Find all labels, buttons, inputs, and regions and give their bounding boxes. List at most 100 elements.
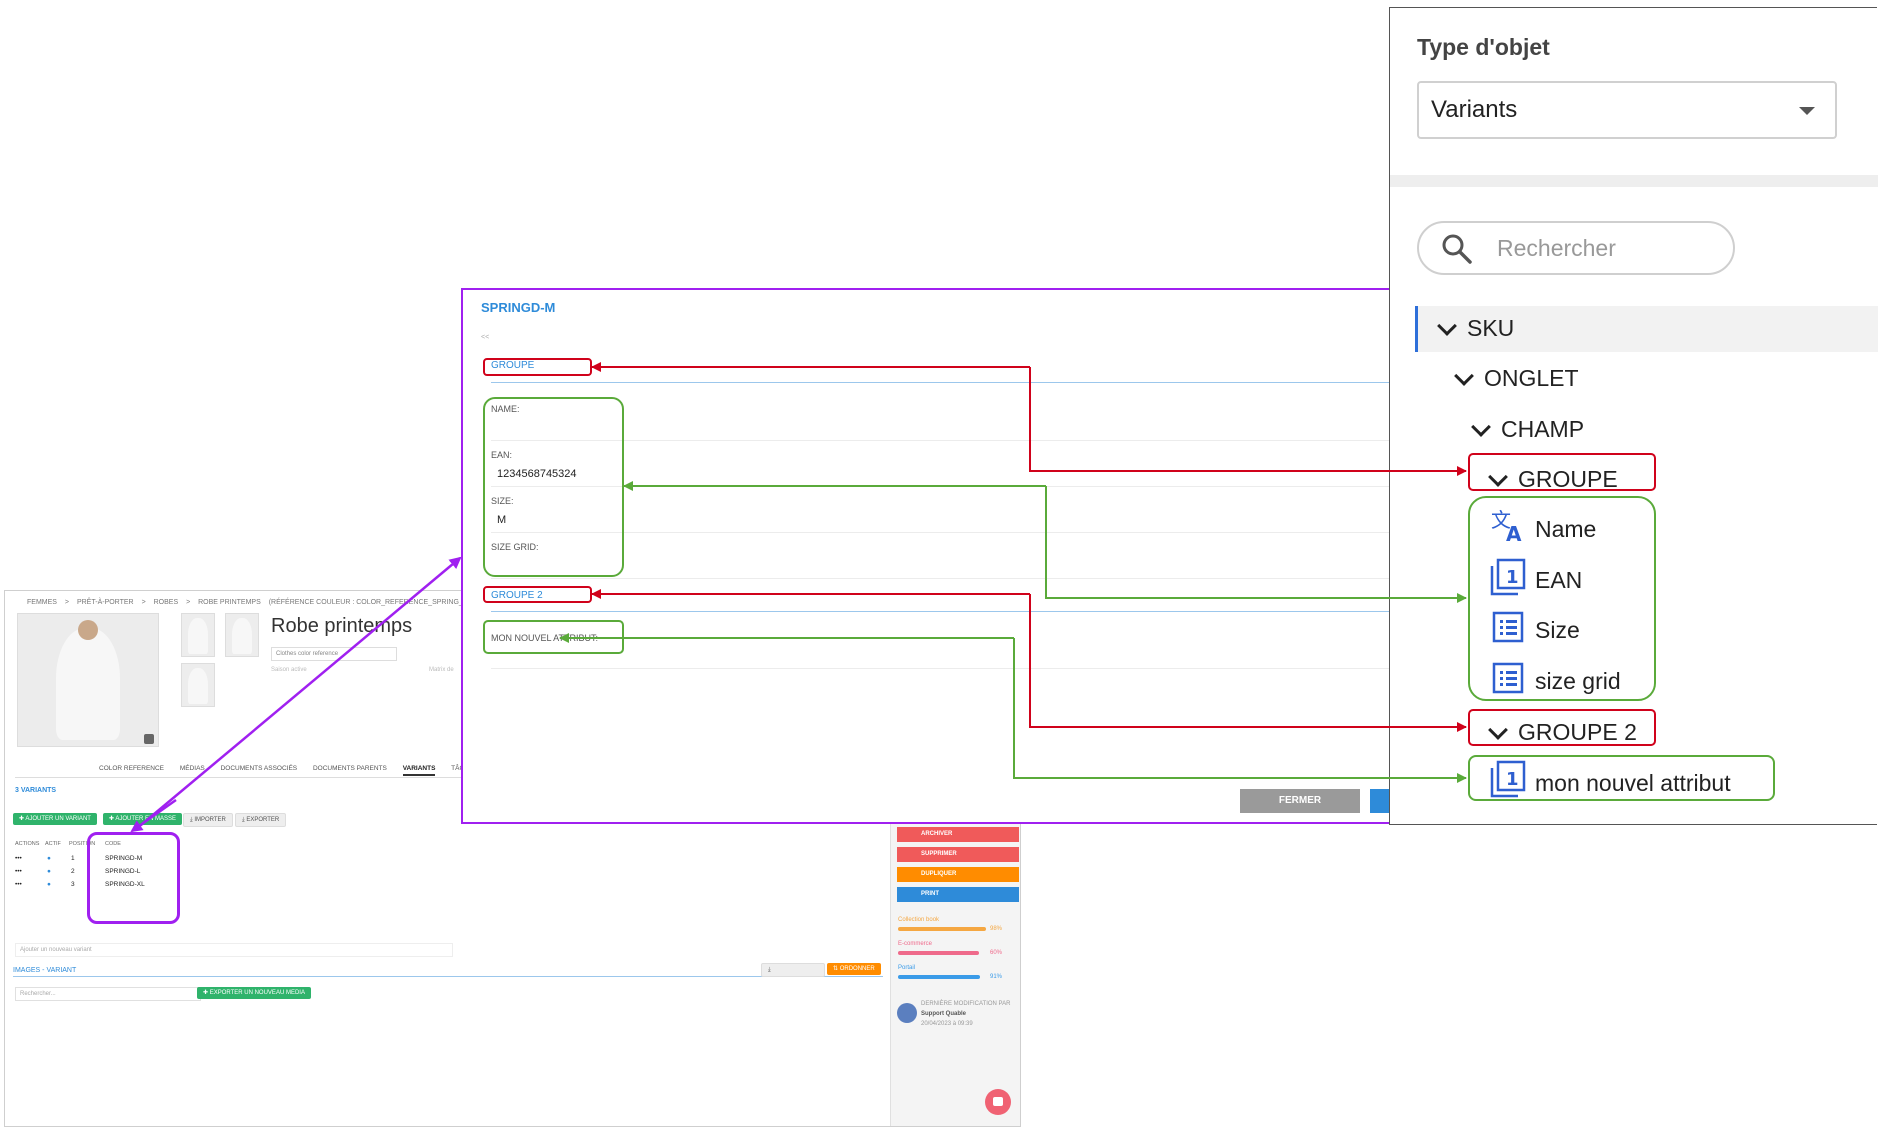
annotation-green-box-fields (483, 397, 624, 577)
variants-count: 3 VARIANTS (15, 787, 57, 794)
row-actions-menu[interactable]: ••• (15, 881, 22, 888)
tree-label-champ[interactable]: CHAMP (1501, 416, 1584, 443)
product-main-image[interactable] (17, 613, 159, 747)
annotation-green-box-tree-new-attr (1468, 755, 1775, 801)
object-type-panel: Type d'objet Variants Rechercher SKU ONG… (1389, 7, 1878, 825)
progress-bar (898, 975, 980, 979)
progress-bar (898, 927, 986, 931)
add-variant-input[interactable]: Ajouter un nouveau variant (15, 943, 453, 957)
delete-button[interactable]: SUPPRIMER (897, 847, 1019, 862)
breadcrumb-item[interactable]: PRÊT-À-PORTER (77, 599, 134, 606)
row-actions-menu[interactable]: ••• (15, 855, 22, 862)
annotation-red-box-tree-groupe (1468, 453, 1656, 491)
import-button[interactable]: ⤓ IMPORTER (183, 813, 233, 827)
order-button[interactable]: ⇅ ORDONNER (827, 963, 881, 975)
chat-icon[interactable] (985, 1089, 1011, 1115)
product-title: Robe printemps (271, 615, 413, 637)
tab-documents-associes[interactable]: DOCUMENTS ASSOCIÉS (221, 765, 298, 772)
delete-label: SUPPRIMER (921, 851, 957, 857)
breadcrumb-item[interactable]: ROBE PRINTEMPS (198, 599, 261, 606)
order-label: ORDONNER (839, 966, 875, 972)
panel-separator (1390, 175, 1878, 187)
progress-percent: 98% (990, 926, 1003, 932)
download-button[interactable]: ⤓ (761, 963, 825, 977)
progress-percent: 91% (990, 974, 1003, 980)
row-active-dot: ● (47, 868, 51, 875)
export-label: EXPORTER (246, 817, 280, 823)
tab-documents-parents[interactable]: DOCUMENTS PARENTS (313, 765, 387, 772)
breadcrumb-item[interactable]: FEMMES (27, 599, 57, 606)
caret-down-icon (1799, 107, 1815, 115)
annotation-red-box-groupe (483, 358, 592, 376)
tree-search-input[interactable]: Rechercher (1417, 221, 1735, 275)
size-grid-field[interactable] (491, 578, 1501, 579)
modal-title: SPRINGD-M (481, 300, 556, 315)
model-head (78, 620, 98, 640)
row-actions-menu[interactable]: ••• (15, 868, 22, 875)
col-actif[interactable]: ACTIF (45, 841, 61, 847)
object-type-select[interactable]: Variants (1417, 81, 1837, 139)
dress-shape (232, 618, 252, 654)
export-media-label: EXPORTER UN NOUVEAU MEDIA (209, 990, 305, 996)
annotation-green-box-new-attr (483, 620, 624, 654)
panel-title: Type d'objet (1417, 34, 1550, 60)
breadcrumb: FEMMES > PRÊT-À-PORTER > ROBES > ROBE PR… (27, 599, 495, 606)
export-button[interactable]: ⤓ EXPORTER (235, 813, 287, 827)
tree-label-onglet[interactable]: ONGLET (1484, 365, 1579, 392)
dress-shape (188, 668, 208, 704)
group2-divider (491, 611, 1501, 612)
tab-variants[interactable]: VARIANTS (402, 765, 436, 776)
group-divider (491, 382, 1501, 383)
image-count-badge (144, 734, 154, 744)
row-position: 2 (71, 868, 75, 875)
object-type-value: Variants (1431, 96, 1518, 123)
close-button[interactable]: FERMER (1240, 789, 1360, 813)
search-icon (1442, 234, 1472, 264)
archive-label: ARCHIVER (921, 831, 953, 837)
breadcrumb-item: (RÉFÉRENCE COULEUR : COLOR_REFERENCE_SPR… (268, 599, 490, 606)
duplicate-button[interactable]: DUPLIQUER (897, 867, 1019, 882)
col-actions[interactable]: ACTIONS (15, 841, 39, 847)
export-media-button[interactable]: ✚ EXPORTER UN NOUVEAU MEDIA (197, 987, 311, 999)
product-thumbnail[interactable] (181, 663, 215, 707)
row-position: 1 (71, 855, 75, 862)
images-divider (13, 976, 883, 977)
duplicate-label: DUPLIQUER (921, 871, 957, 877)
ean-field-underline (491, 486, 1501, 487)
tree-label-sku: SKU (1467, 315, 1515, 341)
add-variant-button[interactable]: ✚ AJOUTER UN VARIANT (13, 813, 97, 825)
row-active-dot: ● (47, 881, 51, 888)
images-variant-title: IMAGES - VARIANT (13, 967, 77, 974)
add-variant-label: AJOUTER UN VARIANT (25, 816, 91, 822)
matrix-placeholder: Matrix de (429, 667, 454, 673)
new-attribute-field[interactable] (491, 668, 1501, 669)
tab-medias[interactable]: MÉDIAS (180, 765, 205, 772)
product-thumbnail[interactable] (181, 613, 215, 657)
name-field[interactable] (491, 440, 1501, 441)
last-modified-date: 20/04/2023 à 09:39 (921, 1021, 973, 1027)
breadcrumb-item[interactable]: ROBES (154, 599, 179, 606)
import-label: IMPORTER (194, 817, 226, 823)
progress-percent: 60% (990, 950, 1003, 956)
last-modified-label: DERNIÈRE MODIFICATION PAR (921, 1001, 1011, 1007)
print-button[interactable]: PRINT (897, 887, 1019, 902)
images-search-input[interactable]: Rechercher... (15, 987, 201, 1001)
last-modified-user: Support Quable (921, 1011, 966, 1017)
color-reference-select[interactable]: Clothes color reference (271, 647, 397, 661)
annotation-red-box-groupe2 (483, 586, 592, 603)
progress-bar (898, 951, 979, 955)
chevron-down-icon[interactable] (1454, 366, 1474, 386)
add-bulk-label: AJOUTER EN MASSE (115, 816, 177, 822)
back-link[interactable]: << (481, 334, 489, 341)
add-bulk-button[interactable]: ✚ AJOUTER EN MASSE (103, 813, 183, 825)
product-thumbnail[interactable] (225, 613, 259, 657)
tab-color-reference[interactable]: COLOR REFERENCE (99, 765, 164, 772)
annotation-green-box-tree-attrs (1468, 496, 1656, 701)
row-position: 3 (71, 881, 75, 888)
product-tabs: COLOR REFERENCE MÉDIAS DOCUMENTS ASSOCIÉ… (99, 765, 492, 776)
size-field-underline (491, 532, 1501, 533)
chevron-down-icon[interactable] (1471, 417, 1491, 437)
dress-shape (56, 628, 120, 740)
archive-button[interactable]: ARCHIVER (897, 827, 1019, 842)
print-label: PRINT (921, 891, 939, 897)
